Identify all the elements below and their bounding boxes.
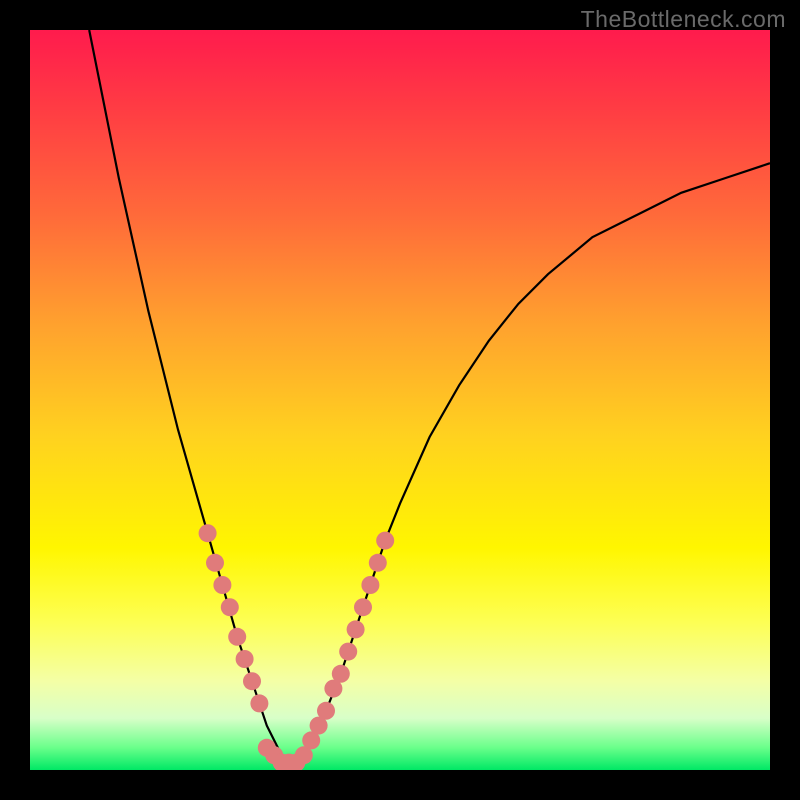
data-dot [221, 598, 239, 616]
data-dot [332, 665, 350, 683]
data-dot [317, 702, 335, 720]
data-dot [243, 672, 261, 690]
chart-area [30, 30, 770, 770]
chart-svg [30, 30, 770, 770]
data-dot [339, 643, 357, 661]
data-dot [361, 576, 379, 594]
data-dot [354, 598, 372, 616]
data-dot [199, 524, 217, 542]
data-dot [347, 620, 365, 638]
data-dot [369, 554, 387, 572]
watermark-text: TheBottleneck.com [581, 6, 786, 33]
data-dot [213, 576, 231, 594]
bottleneck-curve [89, 30, 770, 763]
data-dot [250, 694, 268, 712]
data-dot [376, 532, 394, 550]
data-dot [236, 650, 254, 668]
data-dot [206, 554, 224, 572]
data-dots [199, 524, 395, 770]
data-dot [228, 628, 246, 646]
